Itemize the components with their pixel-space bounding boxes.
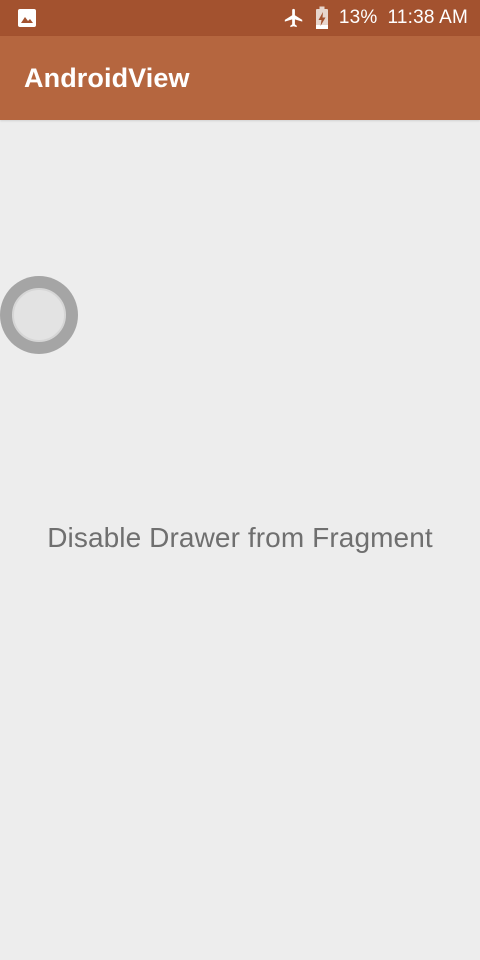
drawer-handle-icon[interactable] <box>0 276 78 354</box>
screen: 13% 11:38 AM AndroidView Disable Drawer … <box>0 0 480 960</box>
toolbar-title: AndroidView <box>24 62 190 93</box>
drawer-handle-inner <box>12 288 66 342</box>
airplane-icon <box>283 7 305 29</box>
battery-level: 13% <box>338 7 378 28</box>
app-toolbar: AndroidView <box>0 36 480 120</box>
status-left <box>17 8 37 28</box>
status-right: 13% 11:38 AM <box>283 6 468 30</box>
image-notification-icon <box>17 8 37 28</box>
disable-drawer-message: Disable Drawer from Fragment <box>47 522 433 553</box>
clock: 11:38 AM <box>387 7 468 28</box>
status-bar: 13% 11:38 AM <box>0 0 480 36</box>
battery-charging-icon <box>315 6 329 30</box>
main-content: Disable Drawer from Fragment <box>0 120 480 960</box>
